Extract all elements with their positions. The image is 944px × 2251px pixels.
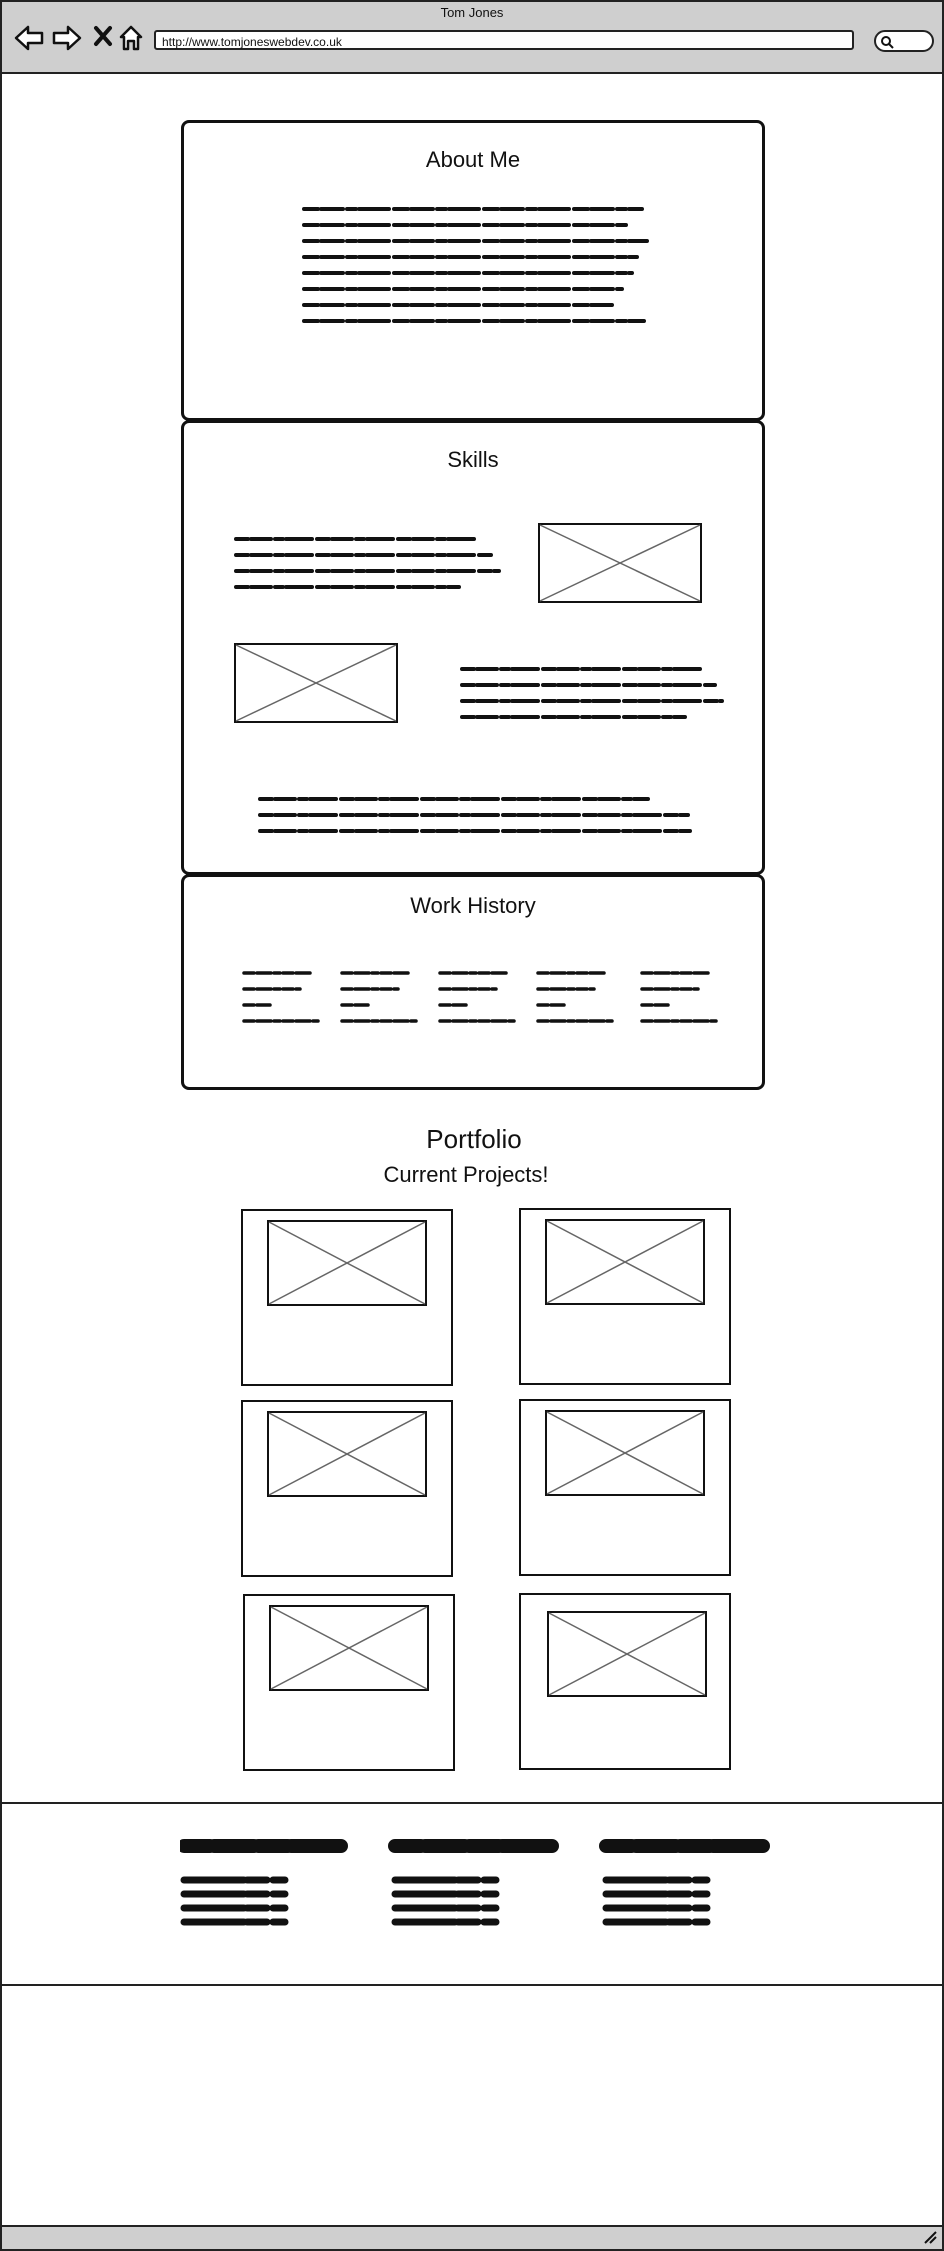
- skills-text-2: [460, 667, 724, 719]
- work-history-section: Work History: [181, 874, 765, 1090]
- portfolio-subtitle: Current Projects!: [383, 1162, 549, 1187]
- status-bar: [2, 2225, 942, 2249]
- project-image: [545, 1410, 705, 1496]
- project-card[interactable]: [241, 1400, 453, 1577]
- skills-text-1: [234, 537, 501, 589]
- about-me-text: [302, 207, 649, 323]
- url-input[interactable]: http://www.tomjoneswebdev.co.uk: [154, 30, 854, 50]
- footer: [2, 1802, 942, 1986]
- browser-toolbar: Tom Jones http://www.tomjoneswebdev.co.u…: [2, 2, 942, 74]
- search-input[interactable]: [874, 30, 934, 52]
- resize-grip-icon[interactable]: [922, 2230, 938, 2244]
- project-card[interactable]: [243, 1594, 455, 1771]
- browser-window: Tom Jones http://www.tomjoneswebdev.co.u…: [0, 0, 944, 2251]
- home-icon[interactable]: [118, 24, 144, 52]
- project-image: [547, 1611, 707, 1697]
- skills-image-1: [538, 523, 702, 603]
- project-image: [545, 1219, 705, 1305]
- project-image: [267, 1411, 427, 1497]
- forward-arrow-icon[interactable]: [52, 24, 82, 52]
- work-history-columns: [242, 971, 718, 1023]
- back-arrow-icon[interactable]: [14, 24, 44, 52]
- skills-section: Skills: [181, 420, 765, 875]
- footer-columns: [180, 1839, 771, 1926]
- project-card[interactable]: [241, 1209, 453, 1386]
- work-history-title: Work History: [410, 893, 536, 918]
- window-title: Tom Jones: [440, 5, 504, 20]
- project-card[interactable]: [519, 1208, 731, 1385]
- project-card[interactable]: [519, 1593, 731, 1770]
- project-image: [269, 1605, 429, 1691]
- search-icon: [881, 36, 894, 49]
- skills-text-3: [258, 797, 692, 833]
- skills-title: Skills: [447, 447, 499, 472]
- skills-image-2: [234, 643, 398, 723]
- close-icon[interactable]: [92, 24, 114, 48]
- project-card[interactable]: [519, 1399, 731, 1576]
- project-image: [267, 1220, 427, 1306]
- portfolio-title: Portfolio: [426, 1124, 522, 1154]
- about-me-title: About Me: [425, 147, 521, 172]
- about-me-section: About Me: [181, 120, 765, 421]
